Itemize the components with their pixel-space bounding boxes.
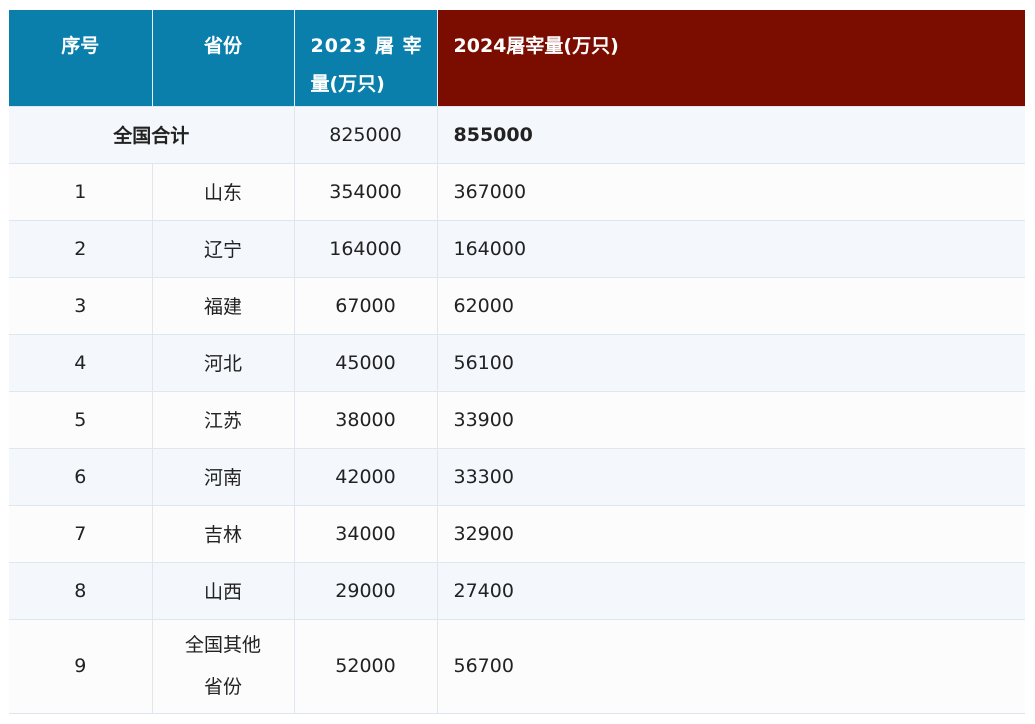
row-province: 全国其他 省份 [152, 618, 295, 714]
row-province: 吉林 [152, 504, 295, 562]
table-row: 6 河南 42000 33300 [9, 447, 1025, 505]
table-header-row: 序号 省份 2023 屠 宰 量(万只) 2024屠宰量(万只) [9, 10, 1025, 106]
row-province: 山西 [152, 561, 295, 619]
row-2023: 29000 [294, 561, 438, 619]
header-province: 省份 [152, 10, 295, 106]
row-2023: 38000 [294, 390, 438, 448]
table-row: 9 全国其他 省份 52000 56700 [9, 618, 1025, 714]
row-2023: 52000 [294, 618, 438, 714]
slaughter-volume-table: 序号 省份 2023 屠 宰 量(万只) 2024屠宰量(万只) 全国合计 82… [9, 10, 1025, 714]
header-index: 序号 [9, 10, 153, 106]
table-row: 5 江苏 38000 33900 [9, 390, 1025, 448]
row-index: 2 [9, 219, 153, 277]
row-2024: 56100 [437, 333, 1025, 391]
row-province: 辽宁 [152, 219, 295, 277]
row-index: 1 [9, 162, 153, 220]
header-2023-line1: 2023 屠 宰 [310, 35, 423, 57]
table-row: 8 山西 29000 27400 [9, 561, 1025, 619]
row-2024: 164000 [437, 219, 1025, 277]
row-2023: 45000 [294, 333, 438, 391]
table-row: 1 山东 354000 367000 [9, 162, 1025, 220]
row-2024: 33300 [437, 447, 1025, 505]
row-2023: 354000 [294, 162, 438, 220]
table-row: 2 辽宁 164000 164000 [9, 219, 1025, 277]
row-2023: 164000 [294, 219, 438, 277]
row-2024: 56700 [437, 618, 1025, 714]
header-2023-volume: 2023 屠 宰 量(万只) [294, 10, 438, 106]
row-province: 河南 [152, 447, 295, 505]
row-province: 山东 [152, 162, 295, 220]
row-index: 3 [9, 276, 153, 334]
row-index: 8 [9, 561, 153, 619]
table-row: 3 福建 67000 62000 [9, 276, 1025, 334]
row-province: 河北 [152, 333, 295, 391]
row-2024: 27400 [437, 561, 1025, 619]
row-index: 7 [9, 504, 153, 562]
row-index: 4 [9, 333, 153, 391]
table-row: 4 河北 45000 56100 [9, 333, 1025, 391]
row-province: 江苏 [152, 390, 295, 448]
total-label: 全国合计 [9, 105, 295, 163]
row-index: 6 [9, 447, 153, 505]
row-2023: 67000 [294, 276, 438, 334]
row-province: 福建 [152, 276, 295, 334]
row-2024: 33900 [437, 390, 1025, 448]
row-2024: 32900 [437, 504, 1025, 562]
total-2024: 855000 [437, 105, 1025, 163]
row-province-line1: 全国其他 [184, 634, 261, 656]
row-2024: 367000 [437, 162, 1025, 220]
row-index: 5 [9, 390, 153, 448]
header-2024-volume: 2024屠宰量(万只) [437, 10, 1025, 106]
total-2023: 825000 [294, 105, 438, 163]
slaughter-table-container: 序号 省份 2023 屠 宰 量(万只) 2024屠宰量(万只) 全国合计 82… [9, 10, 1025, 714]
row-2023: 34000 [294, 504, 438, 562]
table-row: 7 吉林 34000 32900 [9, 504, 1025, 562]
total-row: 全国合计 825000 855000 [9, 105, 1025, 163]
header-2023-line2: 量(万只) [310, 73, 385, 95]
row-province-line2: 省份 [203, 676, 242, 698]
row-index: 9 [9, 618, 153, 714]
row-2023: 42000 [294, 447, 438, 505]
row-2024: 62000 [437, 276, 1025, 334]
